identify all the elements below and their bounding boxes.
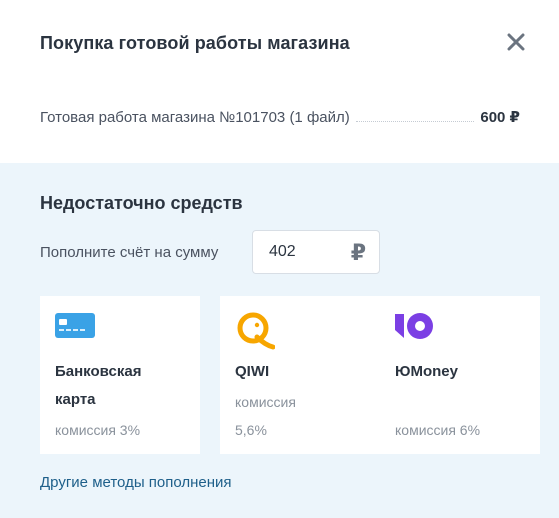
bank-card-icon <box>55 311 95 344</box>
topup-amount-label: Пополните счёт на сумму <box>40 244 219 261</box>
payment-method-name: ЮMoney <box>395 363 458 380</box>
payment-method-qiwi[interactable]: QIWI комиссия 5,6% <box>220 296 380 454</box>
topup-amount-field[interactable]: 402 ₽ <box>252 230 380 274</box>
topup-amount-value[interactable]: 402 <box>269 243 296 261</box>
payment-method-name: QIWI <box>235 363 270 380</box>
other-topup-methods-link[interactable]: Другие методы пополнения <box>40 474 232 491</box>
close-button[interactable] <box>502 28 530 56</box>
order-label: Готовая работа магазина №101703 (1 файл) <box>40 109 350 126</box>
order-line: Готовая работа магазина №101703 (1 файл)… <box>40 106 520 126</box>
purchase-modal: Покупка готовой работы магазина Готовая … <box>0 0 559 518</box>
insufficient-funds-heading: Недостаточно средств <box>40 193 243 213</box>
payment-method-fee: комиссия 3% <box>55 422 141 438</box>
dotted-leader <box>355 121 475 122</box>
qiwi-icon <box>235 311 276 356</box>
payment-method-fee: комиссия 6% <box>395 422 481 438</box>
modal-header-section: Покупка готовой работы магазина Готовая … <box>0 0 559 163</box>
ruble-icon: ₽ <box>350 240 366 265</box>
payment-method-yumoney[interactable]: ЮMoney комиссия 6% <box>380 296 540 454</box>
order-price: 600 ₽ <box>480 109 520 126</box>
payment-method-fee: комиссия 5,6% <box>235 394 296 438</box>
modal-title: Покупка готовой работы магазина <box>40 33 350 53</box>
topup-section: Недостаточно средств Пополните счёт на с… <box>0 163 559 518</box>
yumoney-icon <box>395 311 437 346</box>
payment-method-name: Банковская карта <box>55 363 142 408</box>
payment-method-bank-card[interactable]: Банковская карта комиссия 3% <box>40 296 200 454</box>
close-icon <box>507 33 525 51</box>
